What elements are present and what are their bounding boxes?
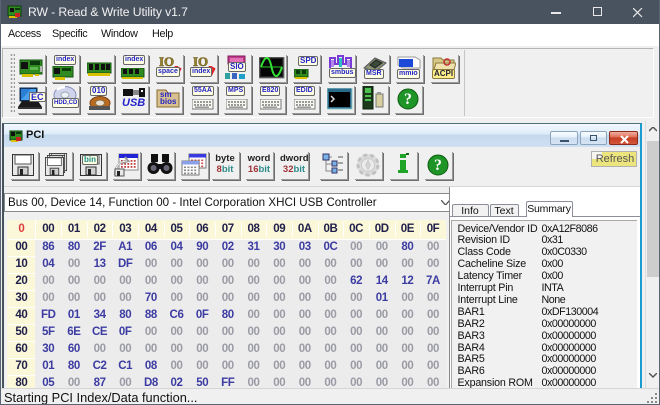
svg-text:?: ? — [404, 91, 412, 108]
svg-text:?: ? — [434, 157, 442, 174]
